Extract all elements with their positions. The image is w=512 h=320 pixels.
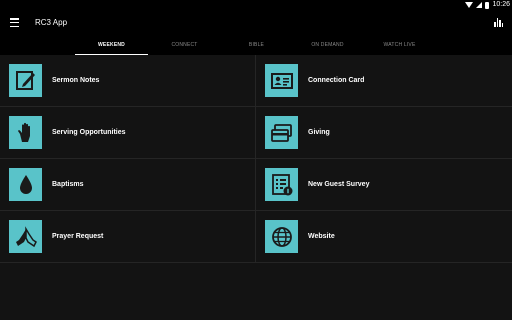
baptisms-label: Baptisms [52,181,84,188]
notepad-pencil-icon [9,64,42,97]
tile-row: Baptisms New Guest Survey [0,159,512,211]
tab-bar: WEEKEND CONNECT BIBLE ON DEMAND WATCH LI… [0,36,512,55]
water-drop-icon [9,168,42,201]
survey-list-icon [265,168,298,201]
tile-row: Serving Opportunities Giving [0,107,512,159]
signal-icon [476,2,483,8]
website-label: Website [308,233,335,240]
tile-row: Prayer Request Website [0,211,512,263]
tab-watch-live[interactable]: WATCH LIVE [363,36,436,55]
tab-bible[interactable]: BIBLE [221,36,292,55]
raised-hand-icon [9,116,42,149]
credit-cards-icon [265,116,298,149]
giving-label: Giving [308,129,330,136]
new-guest-survey-label: New Guest Survey [308,181,370,188]
prayer-request-label: Prayer Request [52,233,104,240]
status-bar: 10:26 [0,0,512,10]
giving-tile[interactable]: Giving [256,107,512,158]
wifi-icon [465,2,474,8]
serving-opportunities-tile[interactable]: Serving Opportunities [0,107,256,158]
tile-row: Sermon Notes Connection Card [0,55,512,107]
status-time: 10:26 [492,1,510,8]
tile-grid: Sermon Notes Connection Card Serving Opp… [0,55,512,263]
baptisms-tile[interactable]: Baptisms [0,159,256,210]
connection-card-label: Connection Card [308,77,365,84]
app-title: RC3 App [35,18,68,27]
tab-weekend[interactable]: WEEKEND [75,36,148,55]
connection-card-tile[interactable]: Connection Card [256,55,512,106]
app-bar: RC3 App [0,10,512,36]
status-icons: 10:26 [465,0,510,10]
tab-on-demand[interactable]: ON DEMAND [292,36,363,55]
hamburger-menu-icon[interactable] [10,18,19,27]
serving-opportunities-label: Serving Opportunities [52,129,126,136]
sermon-notes-label: Sermon Notes [52,77,100,84]
sermon-notes-tile[interactable]: Sermon Notes [0,55,256,106]
tab-connect[interactable]: CONNECT [148,36,221,55]
new-guest-survey-tile[interactable]: New Guest Survey [256,159,512,210]
battery-icon [485,1,490,9]
website-tile[interactable]: Website [256,211,512,262]
contact-card-icon [265,64,298,97]
prayer-request-tile[interactable]: Prayer Request [0,211,256,262]
praying-hands-icon [9,220,42,253]
bar-chart-icon[interactable] [494,18,503,27]
globe-icon [265,220,298,253]
